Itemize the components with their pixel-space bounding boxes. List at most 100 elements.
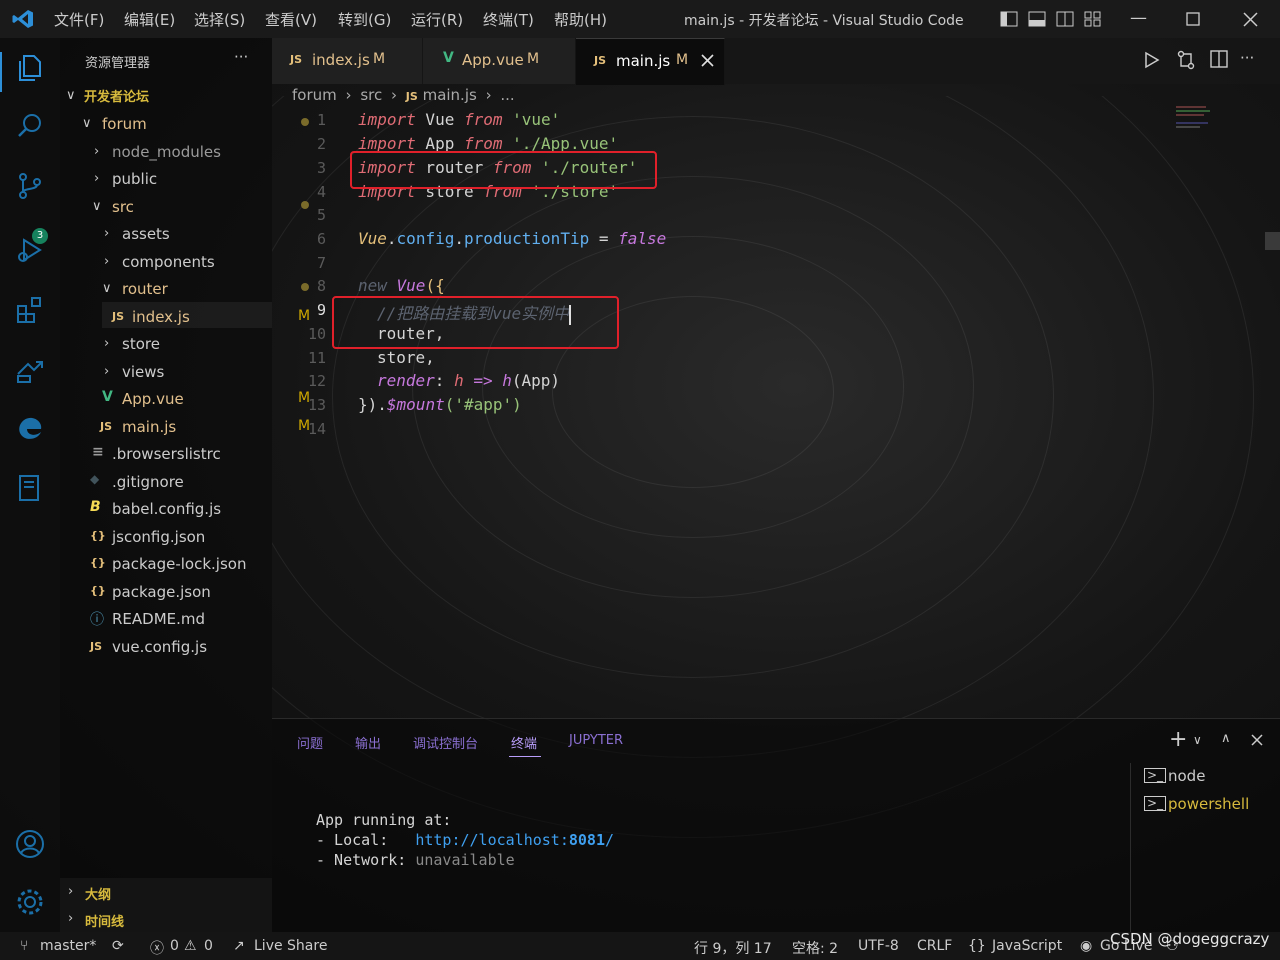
edge-devtools-icon[interactable] [14,412,46,444]
terminal-text: / [605,831,615,849]
line-number-current: 9 [316,301,326,319]
tree-item-label: public [112,170,158,188]
bracket-token: }). [358,395,387,414]
run-debug-icon[interactable] [14,234,46,266]
keyword-token: import [358,110,416,129]
language-mode: JavaScript [992,938,1063,954]
tab-label: App.vue [462,51,524,69]
panel-tab-jupyter[interactable]: JUPYTER [569,733,623,748]
menu-file[interactable]: 文件(F) [54,9,104,30]
breadcrumb-item[interactable]: src [360,86,382,104]
local-url-link[interactable]: http://localhost: [415,831,569,849]
tree-item-label: node_modules [112,143,221,161]
menu-run[interactable]: 运行(R) [411,9,463,30]
tab-index-js[interactable]: JS index.js M [272,38,423,84]
indentation[interactable]: 空格: 2 [792,938,838,958]
code-line: new Vue({ [358,276,445,295]
extensions-icon[interactable] [14,294,46,326]
outline-label: 大纲 [85,888,112,903]
account-icon[interactable] [14,828,46,860]
cursor-position[interactable]: 行 9，列 17 [694,938,772,958]
chevron-right-icon: › [94,171,100,186]
minimize-icon[interactable]: — [1130,8,1147,28]
sync-icon[interactable]: ⟳ [112,938,124,954]
property-token: config [396,229,455,248]
remote-explorer-icon[interactable] [14,354,46,386]
settings-gear-icon[interactable] [14,886,46,918]
chevron-down-icon[interactable]: ∨ [1193,733,1202,747]
status-bar: ⑂ master* ⟳ ⓧ 0 ⚠ 0 ↗ Live Share 行 9，列 1… [0,932,1280,960]
maximize-icon[interactable] [1186,12,1200,26]
close-panel-icon[interactable] [1251,734,1263,746]
javascript-file-icon: JS [112,310,125,323]
network-value: unavailable [415,851,515,869]
line-number: 1 [316,111,326,129]
tab-app-vue[interactable]: V App.vue M [423,38,576,84]
menu-edit[interactable]: 编辑(E) [124,9,175,30]
compare-changes-icon[interactable] [1176,50,1196,70]
terminal-icon: >_ [1144,796,1167,811]
run-code-icon[interactable] [1144,51,1160,69]
menu-terminal[interactable]: 终端(T) [483,9,534,30]
chevron-right-icon: › [68,911,74,926]
tree-item-label: store [122,335,160,353]
breadcrumb-item[interactable]: main.js [423,86,477,104]
toggle-panel-icon[interactable] [1028,11,1046,27]
menu-go[interactable]: 转到(G) [338,9,391,30]
panel-tab-output[interactable]: 输出 [355,733,381,752]
panel-tab-terminal[interactable]: 终端 [511,733,537,752]
new-terminal-icon[interactable]: + [1169,727,1187,752]
search-icon[interactable] [14,110,46,142]
error-count: 0 [170,938,179,954]
identifier-token: Vue [415,110,464,129]
notebook-icon[interactable] [14,472,46,504]
line-number: 8 [316,277,326,295]
workspace-header[interactable]: 开发者论坛 [84,86,149,105]
window-title: main.js - 开发者论坛 - Visual Studio Code [684,13,964,29]
menu-view[interactable]: 查看(V) [265,9,317,30]
function-token: h [502,371,512,390]
operator-token: = [589,229,619,248]
breadcrumb-separator-icon: › [345,86,352,104]
split-editor-icon[interactable] [1210,50,1228,68]
scrollbar-thumb[interactable] [1265,232,1280,250]
menu-selection[interactable]: 选择(S) [194,9,245,30]
panel-tab-debug-console[interactable]: 调试控制台 [413,733,478,752]
close-window-icon[interactable] [1243,12,1258,27]
toggle-secondary-sidebar-icon[interactable] [1056,11,1074,27]
tab-main-js[interactable]: JS main.js M [576,38,725,85]
terminal-text: - Local: [316,831,416,849]
minimap[interactable] [1176,104,1216,134]
line-number: 6 [316,230,326,248]
tree-item-label: jsconfig.json [112,528,206,546]
breadcrumb-item[interactable]: forum [292,86,337,104]
chevron-down-icon[interactable]: ∨ [66,88,76,103]
line-number: 14 [307,420,326,438]
line-ending[interactable]: CRLF [917,938,952,954]
active-indicator [0,52,2,92]
live-share-label: Live Share [254,938,328,954]
javascript-file-icon: JS [594,54,607,67]
explorer-icon[interactable] [14,52,46,84]
toggle-sidebar-icon[interactable] [1000,11,1018,27]
terminal-list-divider [1130,763,1131,933]
file-encoding[interactable]: UTF-8 [858,938,899,954]
git-branch-icon: ⑂ [20,938,29,954]
source-control-icon[interactable] [14,170,46,202]
annotation-box-router-mount [332,296,619,349]
branch-label: master* [40,938,97,954]
line-number: 10 [307,325,326,343]
maximize-panel-icon[interactable]: ∧ [1221,731,1231,746]
breadcrumb-item[interactable]: ... [500,86,514,104]
babel-file-icon: B [90,499,101,515]
keyword-token: new [358,276,397,295]
more-actions-icon[interactable]: ··· [1240,49,1254,67]
javascript-file-icon: JS [90,640,103,653]
panel-tab-problems[interactable]: 问题 [297,733,323,752]
close-tab-icon[interactable] [701,54,714,67]
explorer-more-icon[interactable]: ··· [234,48,248,66]
bottom-panel: 问题 输出 调试控制台 终端 JUPYTER + ∨ ∧ App running… [272,718,1280,933]
terminal-text: - Network: [316,851,416,869]
customize-layout-icon[interactable] [1084,11,1102,27]
menu-help[interactable]: 帮助(H) [554,9,607,30]
